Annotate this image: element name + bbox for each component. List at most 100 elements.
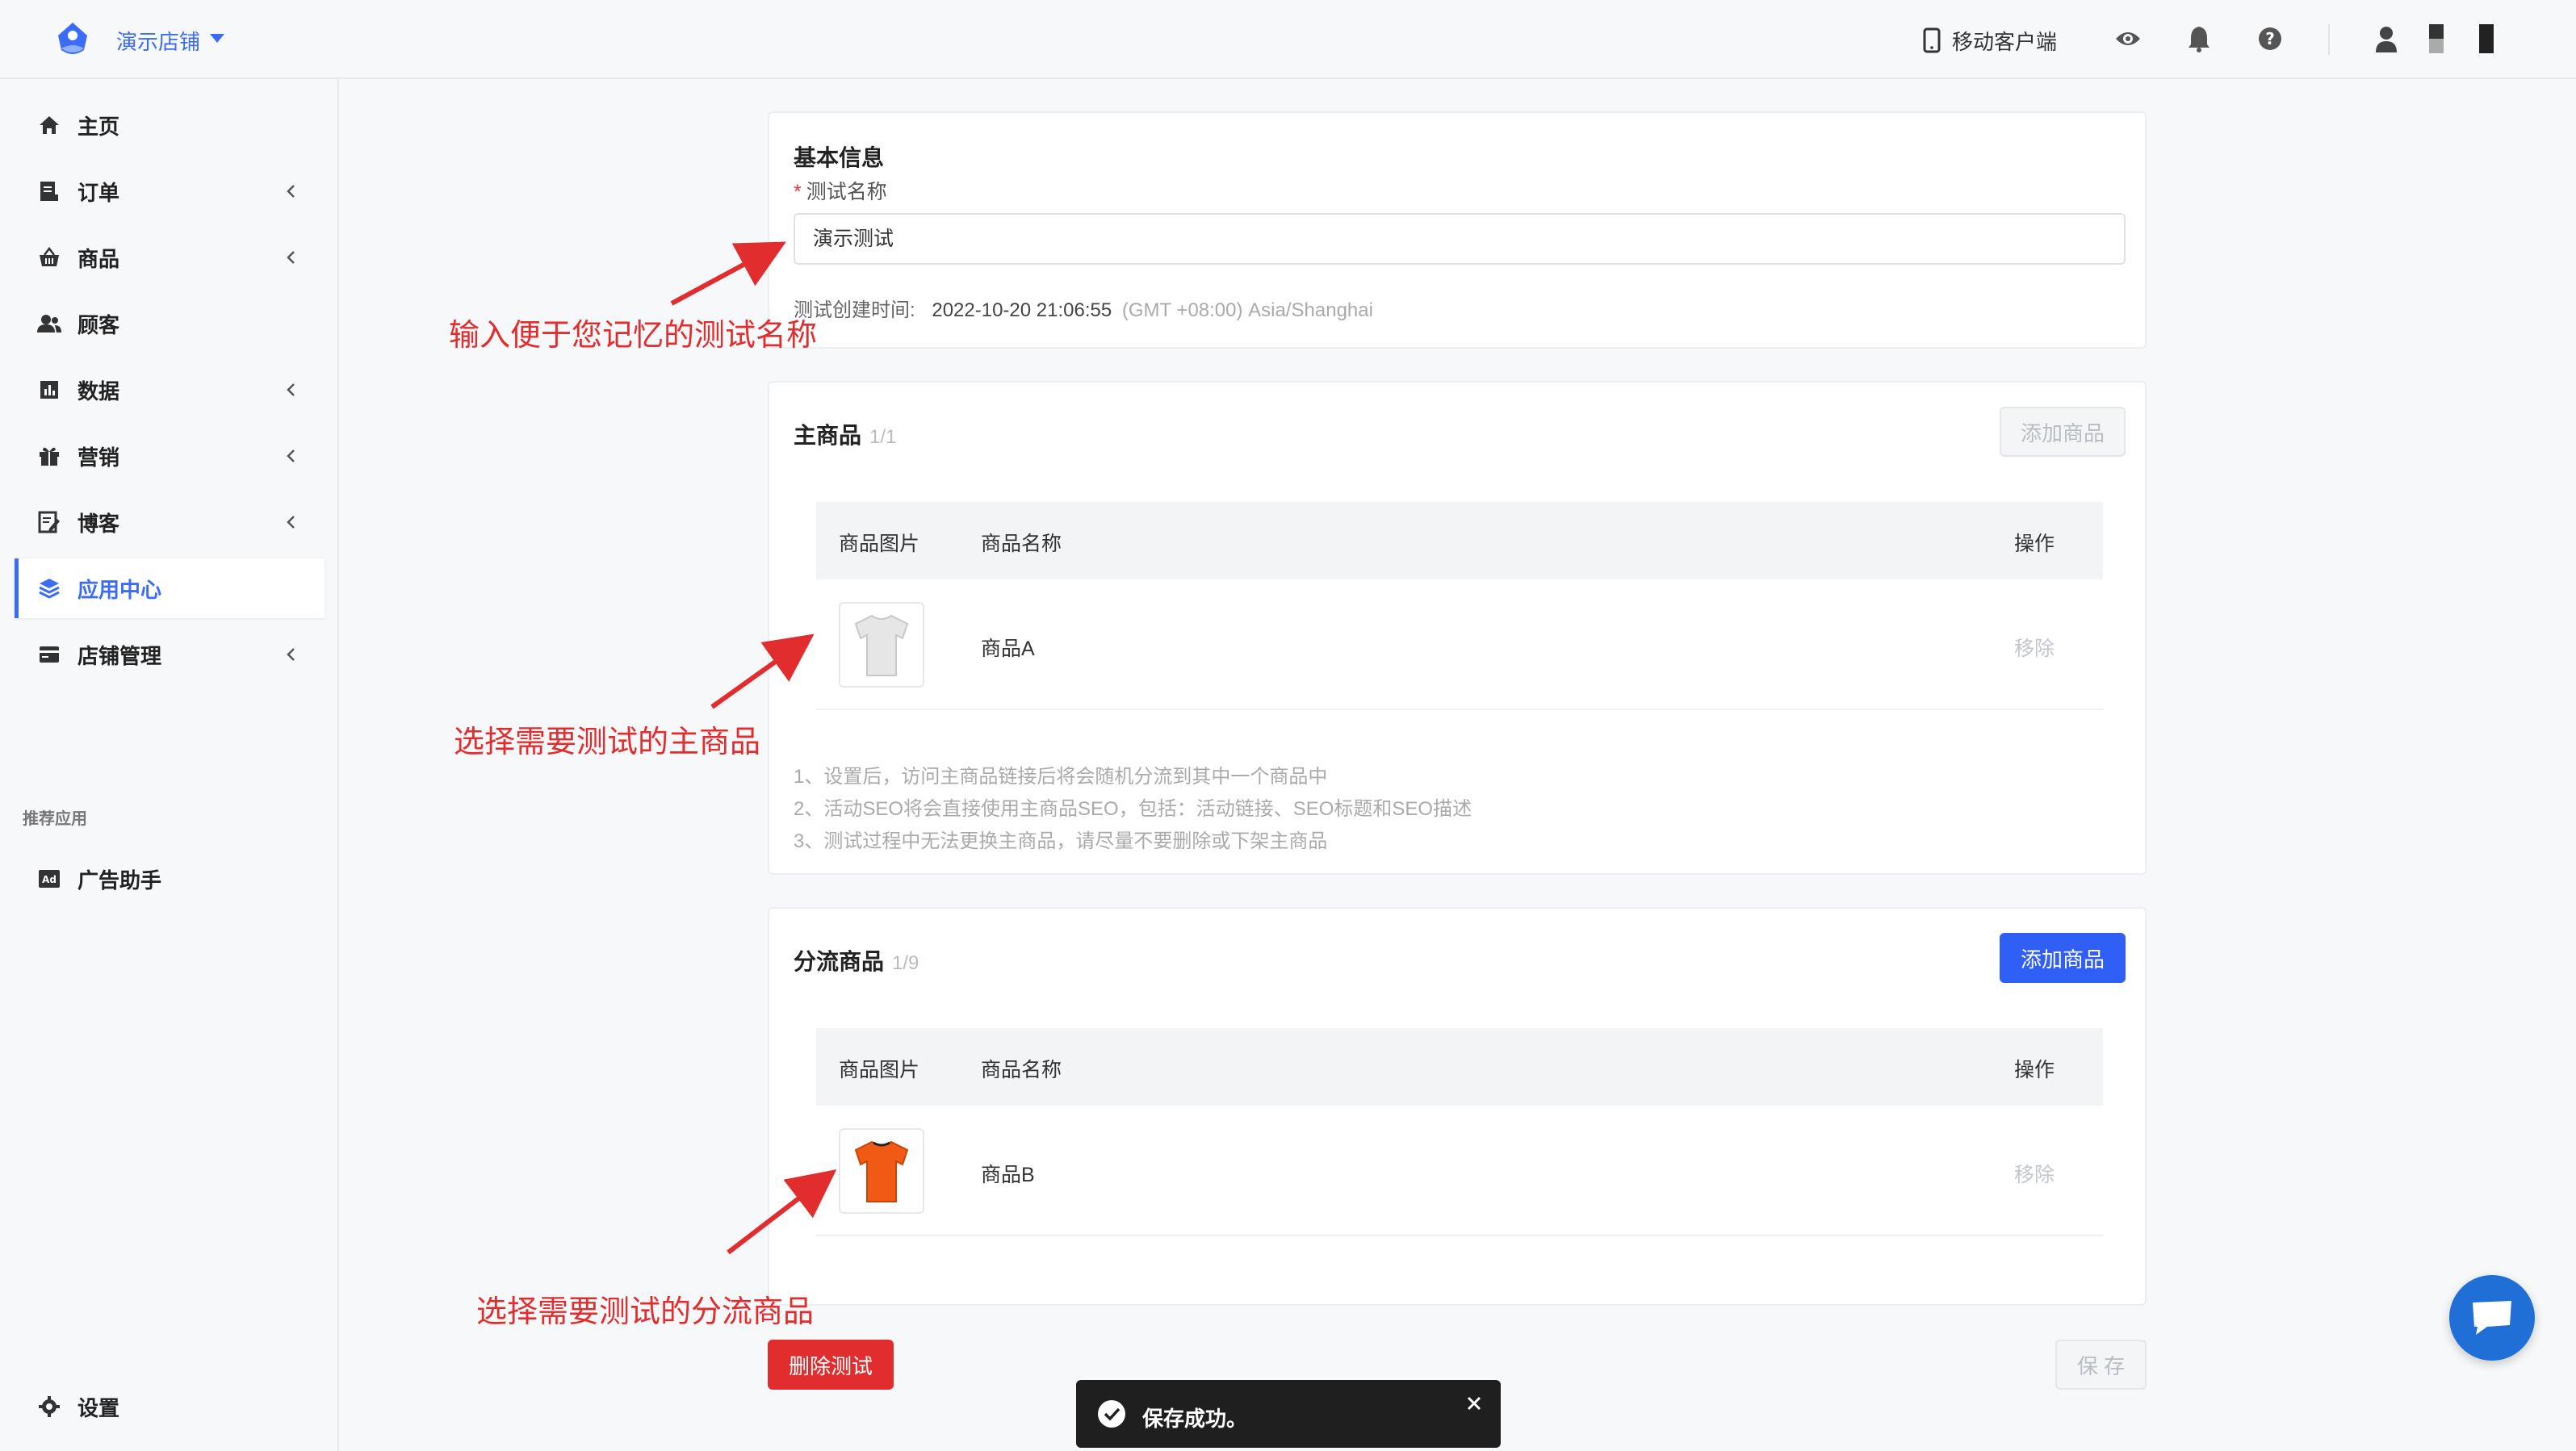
help-icon[interactable]: ? — [2254, 23, 2286, 55]
basket-icon — [36, 244, 63, 271]
sidebar-item-orders[interactable]: 订单 — [15, 161, 325, 221]
check-circle-icon — [1098, 1400, 1125, 1428]
split-product-count: 1/9 — [892, 952, 919, 974]
main-product-card: 主商品 1/1 添加商品 商品图片 商品名称 操作 商品A 移除 1、设置后，访问… — [768, 381, 2147, 875]
sidebar-item-label: 商品 — [77, 246, 120, 271]
sidebar-item-label: 主页 — [77, 114, 120, 139]
product-name: 商品B — [981, 1164, 1035, 1186]
store-switcher[interactable]: 演示店铺 — [116, 26, 200, 56]
sidebar-item-data[interactable]: 数据 — [15, 360, 325, 420]
table-header: 商品图片 商品名称 操作 — [816, 502, 2103, 579]
top-bar: 演示店铺 移动客户端 ? — [0, 0, 2576, 79]
save-button[interactable]: 保 存 — [2055, 1340, 2147, 1390]
success-toast: 保存成功。 — [1076, 1380, 1501, 1448]
product-name: 商品A — [981, 638, 1035, 660]
account-block-icon[interactable] — [2420, 23, 2452, 55]
white-tshirt-icon — [854, 614, 909, 676]
sidebar-item-settings[interactable]: 设置 — [15, 1377, 325, 1436]
split-product-title: 分流商品 1/9 — [794, 944, 919, 976]
orders-icon — [36, 178, 63, 205]
mobile-client-label: 移动客户端 — [1952, 29, 2058, 54]
chevron-left-icon[interactable] — [281, 445, 302, 466]
product-thumbnail[interactable] — [839, 602, 924, 688]
sidebar-item-label: 数据 — [77, 378, 120, 404]
store-logo-icon[interactable] — [52, 18, 94, 60]
annotation-main-product: 选择需要测试的主商品 — [454, 726, 761, 759]
svg-text:?: ? — [2265, 29, 2275, 48]
column-image: 商品图片 — [839, 1059, 920, 1081]
delete-test-button[interactable]: 删除测试 — [768, 1340, 894, 1390]
home-icon — [36, 111, 63, 139]
main-product-title: 主商品 1/1 — [794, 418, 896, 450]
sidebar-item-label: 营销 — [77, 445, 120, 470]
add-split-product-button[interactable]: 添加商品 — [2000, 933, 2126, 983]
column-image: 商品图片 — [839, 533, 920, 555]
gift-icon — [36, 442, 63, 470]
column-action: 操作 — [2013, 1059, 2055, 1081]
card-icon — [36, 641, 63, 668]
sidebar-item-label: 设置 — [77, 1395, 120, 1420]
bar-chart-icon — [36, 376, 63, 404]
chevron-left-icon[interactable] — [281, 247, 302, 268]
table-row: 商品B 移除 — [816, 1106, 2103, 1236]
svg-text:Ad: Ad — [42, 874, 57, 885]
sidebar-item-customers[interactable]: 顾客 — [15, 294, 325, 353]
bell-icon[interactable] — [2183, 23, 2215, 55]
recommended-apps-title: 推荐应用 — [23, 810, 87, 828]
sidebar: 主页 订单 商品 顾客 数据 营销 博客 应用中心 店铺管理 推荐应用 Ad 广… — [0, 79, 339, 1451]
chevron-left-icon[interactable] — [281, 644, 302, 665]
remove-button[interactable]: 移除 — [2014, 1159, 2055, 1188]
chevron-left-icon[interactable] — [281, 181, 302, 202]
test-name-input[interactable]: 演示测试 — [794, 213, 2126, 265]
split-product-card: 分流商品 1/9 添加商品 商品图片 商品名称 操作 商品B 移除 — [768, 907, 2147, 1306]
main-product-title-text: 主商品 — [794, 423, 862, 448]
chat-button[interactable] — [2449, 1275, 2535, 1361]
column-name: 商品名称 — [981, 1059, 1062, 1081]
user-avatar-icon[interactable] — [2370, 23, 2402, 55]
sidebar-item-app-center[interactable]: 应用中心 — [15, 558, 325, 618]
preview-eye-icon[interactable] — [2112, 23, 2144, 55]
note-line: 2、活动SEO将会直接使用主商品SEO，包括：活动链接、SEO标题和SEO描述 — [794, 798, 1472, 820]
sidebar-item-blog[interactable]: 博客 — [15, 492, 325, 552]
chat-bubble-icon — [2473, 1301, 2511, 1335]
basic-info-title: 基本信息 — [794, 145, 885, 170]
sidebar-item-store-management[interactable]: 店铺管理 — [15, 625, 325, 684]
column-action: 操作 — [2013, 533, 2055, 555]
note-line: 3、测试过程中无法更换主商品，请尽量不要删除或下架主商品 — [794, 830, 1328, 852]
account-bar-icon[interactable] — [2470, 23, 2503, 55]
sidebar-item-label: 广告助手 — [77, 868, 162, 893]
close-icon[interactable] — [1462, 1391, 1486, 1415]
edit-document-icon — [36, 508, 63, 536]
sidebar-item-label: 顾客 — [77, 312, 120, 337]
toast-message: 保存成功。 — [1142, 1407, 1248, 1431]
sidebar-item-marketing[interactable]: 营销 — [15, 426, 325, 486]
chevron-left-icon[interactable] — [281, 512, 302, 533]
layers-icon — [36, 575, 63, 602]
mobile-client-button[interactable]: 移动客户端 — [1912, 23, 2068, 58]
phone-icon — [1923, 27, 1941, 53]
column-name: 商品名称 — [981, 533, 1062, 555]
sidebar-item-label: 应用中心 — [77, 577, 162, 602]
annotation-test-name: 输入便于您记忆的测试名称 — [449, 319, 818, 353]
required-asterisk: * — [794, 181, 802, 203]
product-thumbnail[interactable] — [839, 1128, 924, 1214]
caret-down-icon[interactable] — [210, 34, 224, 43]
test-name-label: * 测试名称 — [794, 176, 887, 205]
created-timezone: (GMT +08:00) Asia/Shanghai — [1121, 299, 1373, 321]
annotation-split-product: 选择需要测试的分流商品 — [476, 1295, 815, 1329]
orange-tshirt-icon — [854, 1140, 909, 1202]
basic-info-card: 基本信息 * 测试名称 演示测试 测试创建时间: 2022-10-20 21:06… — [768, 111, 2147, 349]
gear-icon — [36, 1393, 63, 1420]
header-divider — [2328, 24, 2330, 55]
chevron-left-icon[interactable] — [281, 379, 302, 400]
created-time-value: 2022-10-20 21:06:55 — [932, 299, 1112, 321]
sidebar-item-products[interactable]: 商品 — [15, 228, 325, 287]
ad-icon: Ad — [36, 865, 63, 893]
test-name-label-text: 测试名称 — [806, 181, 887, 203]
sidebar-item-home[interactable]: 主页 — [15, 95, 325, 155]
remove-button[interactable]: 移除 — [2014, 633, 2055, 662]
split-product-title-text: 分流商品 — [794, 949, 885, 974]
main-product-count: 1/1 — [869, 426, 897, 448]
add-main-product-button[interactable]: 添加商品 — [2000, 407, 2126, 457]
sidebar-item-ad-assistant[interactable]: Ad 广告助手 — [15, 849, 325, 909]
